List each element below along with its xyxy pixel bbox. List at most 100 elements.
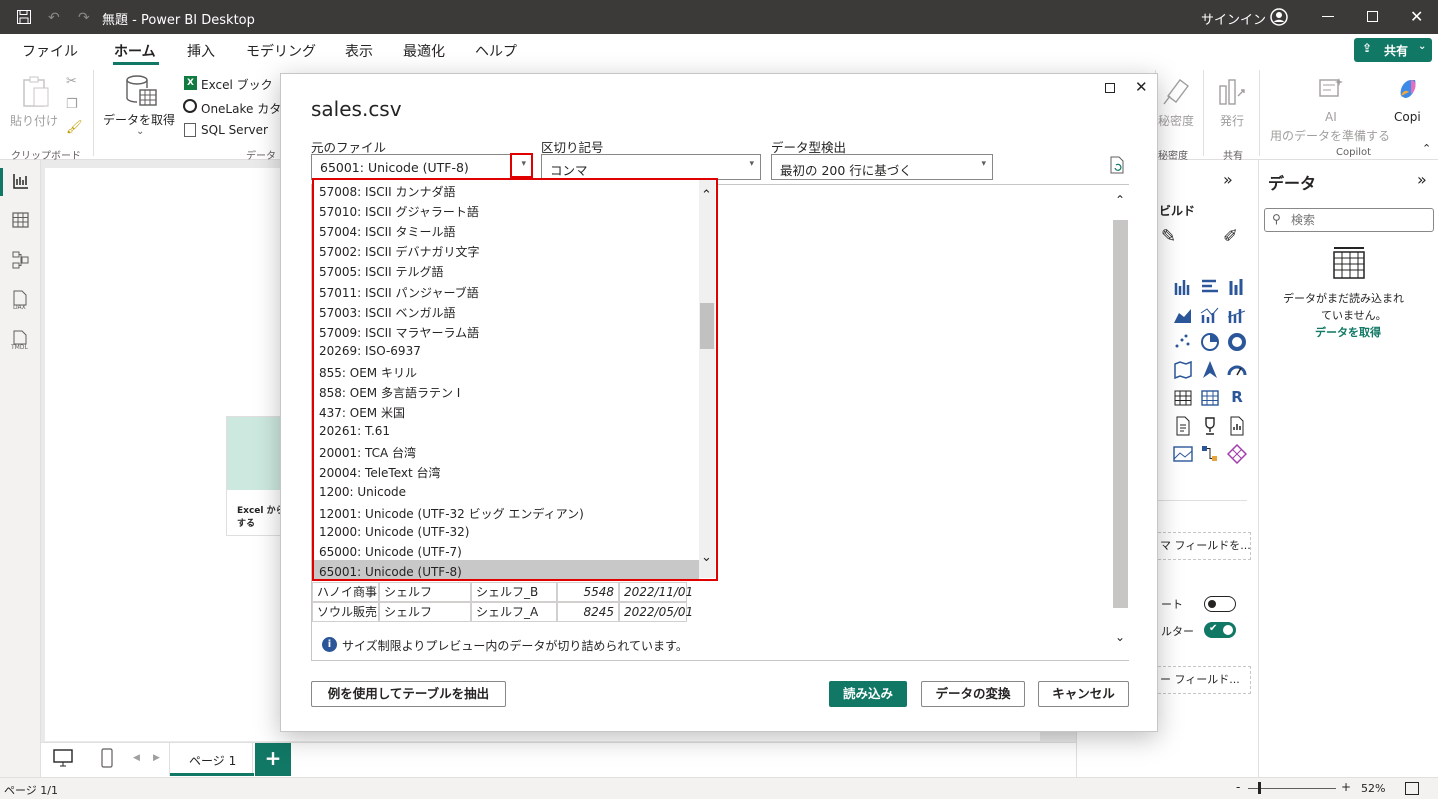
encoding-option[interactable]: 858: OEM 多言語ラテン I (319, 384, 460, 401)
build-visual-icon[interactable]: ✎ (1161, 226, 1176, 247)
tab-optimize[interactable]: 最適化 (403, 41, 445, 61)
undo-icon[interactable]: ↶ (48, 10, 60, 26)
maximize-button[interactable] (1367, 11, 1378, 22)
dax-query-view-icon[interactable]: DAX (11, 290, 29, 310)
cut-icon[interactable]: ✂ (66, 74, 77, 89)
preview-scrollbar[interactable]: ⌃ ⌄ (1112, 185, 1129, 660)
load-button[interactable]: 読み込み (829, 681, 907, 707)
next-page-arrow[interactable]: ▶ (153, 753, 160, 763)
area-chart-icon[interactable] (1173, 305, 1193, 325)
tab-view[interactable]: 表示 (345, 41, 373, 61)
copy-icon[interactable]: ❐ (66, 97, 78, 112)
dialog-maximize-button[interactable] (1105, 83, 1115, 93)
encoding-option[interactable]: 437: OEM 米国 (319, 404, 405, 421)
zoom-slider[interactable] (1248, 788, 1336, 789)
encoding-option[interactable]: 65001: Unicode (UTF-8) (319, 565, 462, 579)
encoding-option[interactable]: 57011: ISCII パンジャーブ語 (319, 284, 479, 301)
zoom-slider-thumb[interactable] (1258, 782, 1261, 794)
encoding-dropdown-list[interactable]: 57008: ISCII カンナダ語 57010: ISCII グジャラート語 57… (312, 178, 718, 581)
sql-server-button[interactable]: SQL Server (201, 123, 268, 137)
gauge-icon[interactable] (1227, 360, 1247, 380)
donut-chart-icon[interactable] (1227, 332, 1247, 352)
encoding-option[interactable]: 57008: ISCII カンナダ語 (319, 183, 455, 200)
trophy-icon[interactable] (1200, 416, 1220, 436)
minimize-button[interactable] (1322, 16, 1334, 17)
delimiter-select[interactable]: コンマ ▾ (541, 154, 761, 180)
data-search-input[interactable] (1291, 211, 1429, 229)
encoding-option[interactable]: 57002: ISCII デバナガリ文字 (319, 243, 479, 260)
tab-help[interactable]: ヘルプ (475, 41, 517, 61)
model-view-icon[interactable] (12, 251, 29, 269)
decomposition-tree-icon[interactable] (1200, 444, 1220, 464)
ai-prep-line1[interactable]: AI (1325, 110, 1337, 124)
report-view-icon[interactable] (12, 173, 29, 189)
toggle-on[interactable]: ✔ (1204, 622, 1236, 638)
encoding-option[interactable]: 20004: TeleText 台湾 (319, 464, 441, 481)
save-icon[interactable] (16, 9, 32, 25)
azure-map-icon[interactable] (1200, 360, 1220, 380)
table-icon[interactable] (1173, 388, 1193, 408)
matrix-icon[interactable] (1200, 388, 1220, 408)
user-avatar-icon[interactable] (1270, 8, 1288, 26)
share-button[interactable]: ⇪ 共有 ⌄ (1354, 38, 1432, 62)
encoding-option[interactable]: 57010: ISCII グジャラート語 (319, 203, 479, 220)
encoding-option[interactable]: 20269: ISO-6937 (319, 344, 421, 358)
add-page-button[interactable]: + (255, 743, 291, 776)
encoding-option[interactable]: 57005: ISCII テルグ語 (319, 263, 443, 280)
tab-file[interactable]: ファイル (22, 41, 78, 61)
table-view-icon[interactable] (12, 212, 29, 228)
encoding-option[interactable]: 1200: Unicode (319, 485, 406, 499)
clustered-bar-icon[interactable] (1200, 277, 1220, 297)
collapse-ribbon-icon[interactable]: ⌃ (1422, 142, 1431, 155)
page-tab[interactable]: ページ 1 (169, 743, 254, 776)
toggle-off[interactable] (1204, 596, 1236, 612)
encoding-option[interactable]: 57004: ISCII タミール語 (319, 223, 455, 240)
scatter-icon[interactable] (1173, 332, 1193, 352)
key-influencers-icon[interactable] (1227, 444, 1247, 464)
origin-select[interactable]: 65001: Unicode (UTF-8) ▾ (311, 154, 533, 180)
publish-button[interactable]: 発行 (1220, 112, 1244, 129)
zoom-in-button[interactable]: + (1341, 780, 1351, 794)
format-visual-icon[interactable]: ✐ (1223, 226, 1238, 247)
excel-workbook-button[interactable]: Excel ブック (201, 76, 273, 93)
tab-modeling[interactable]: モデリング (246, 41, 316, 61)
list-scroll-thumb[interactable] (700, 303, 714, 349)
signin-link[interactable]: サインイン (1201, 9, 1266, 28)
scroll-down-icon[interactable]: ⌄ (1115, 630, 1125, 644)
field-well-drop[interactable]: マ フィールドを... (1153, 532, 1251, 560)
encoding-option[interactable]: 12001: Unicode (UTF-32 ビッグ エンディアン) (319, 505, 584, 522)
redo-icon[interactable]: ↷ (78, 10, 90, 26)
format-painter-icon[interactable]: 🖌 (66, 120, 83, 135)
paginated-report-icon[interactable] (1173, 416, 1193, 436)
encoding-option[interactable]: 57003: ISCII ベンガル語 (319, 304, 455, 321)
encoding-option[interactable]: 20001: TCA 台湾 (319, 444, 416, 461)
pie-chart-icon[interactable] (1200, 332, 1220, 352)
scroll-up-icon[interactable]: ⌃ (1115, 193, 1125, 207)
desktop-layout-icon[interactable] (53, 749, 73, 767)
tab-insert[interactable]: 挿入 (187, 41, 215, 61)
paste-button[interactable]: 貼り付け (10, 112, 58, 129)
encoding-option[interactable]: 57009: ISCII マラヤーラム語 (319, 324, 479, 341)
tmdl-view-icon[interactable]: TMDL (10, 330, 30, 350)
extract-table-button[interactable]: 例を使用してテーブルを抽出 (311, 681, 506, 707)
get-data-link[interactable]: データを取得 (1315, 324, 1381, 340)
smart-narrative-icon[interactable] (1227, 416, 1247, 436)
filled-map-icon[interactable] (1173, 360, 1193, 380)
line-column-icon[interactable] (1200, 305, 1220, 325)
encoding-option[interactable]: 20261: T.61 (319, 424, 390, 438)
zoom-out-button[interactable]: - (1236, 780, 1240, 794)
prev-page-arrow[interactable]: ◀ (133, 753, 140, 763)
list-scrollbar[interactable]: ⌃ ⌄ (699, 180, 715, 578)
encoding-option[interactable]: 65000: Unicode (UTF-7) (319, 545, 462, 559)
r-visual-icon[interactable]: R (1227, 388, 1247, 408)
scroll-thumb[interactable] (1113, 220, 1128, 608)
drillthrough-field-drop[interactable]: ー フィールド... (1153, 666, 1251, 694)
refresh-preview-icon[interactable] (1109, 156, 1125, 174)
scroll-up-icon[interactable]: ⌃ (701, 188, 712, 203)
scroll-down-icon[interactable]: ⌄ (701, 550, 712, 565)
type-detection-select[interactable]: 最初の 200 行に基づく ▾ (771, 154, 993, 180)
close-window-button[interactable]: ✕ (1410, 7, 1423, 26)
collapse-viz-pane-icon[interactable]: » (1223, 170, 1233, 189)
encoding-option[interactable]: 12000: Unicode (UTF-32) (319, 525, 470, 539)
fit-to-page-icon[interactable] (1405, 782, 1419, 795)
